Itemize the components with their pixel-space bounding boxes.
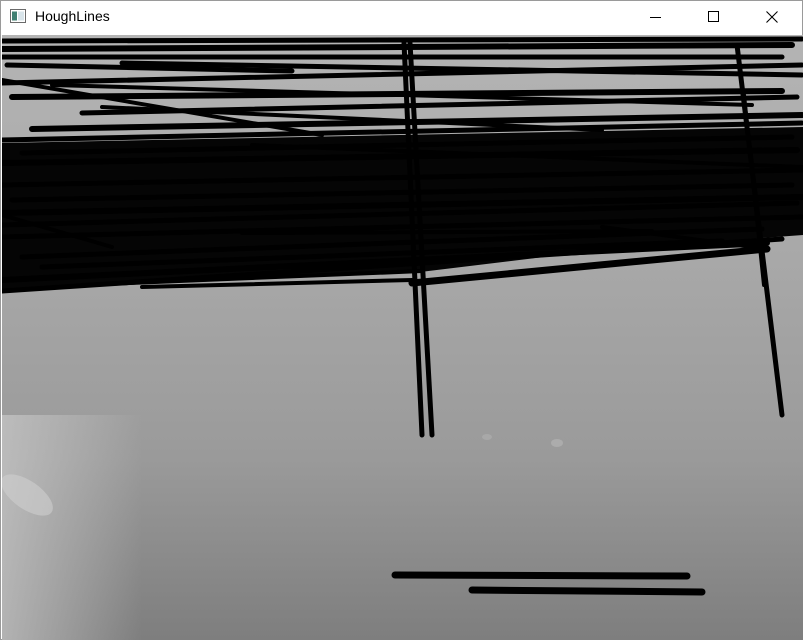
image-speck [482,434,492,440]
minimize-button[interactable] [633,1,679,33]
close-icon [766,11,778,23]
hough-lines-window: HoughLines [0,0,803,640]
close-button[interactable] [749,1,795,33]
title-bar[interactable]: HoughLines [1,1,802,34]
minimize-icon [650,17,661,18]
app-window-icon [10,9,26,23]
image-highlight [2,415,142,640]
maximize-icon [708,11,719,22]
window-title: HoughLines [35,8,110,24]
hough-lines-canvas [2,35,803,640]
maximize-button[interactable] [691,1,737,33]
image-speck [551,439,563,447]
hough-lines-image [2,35,803,640]
